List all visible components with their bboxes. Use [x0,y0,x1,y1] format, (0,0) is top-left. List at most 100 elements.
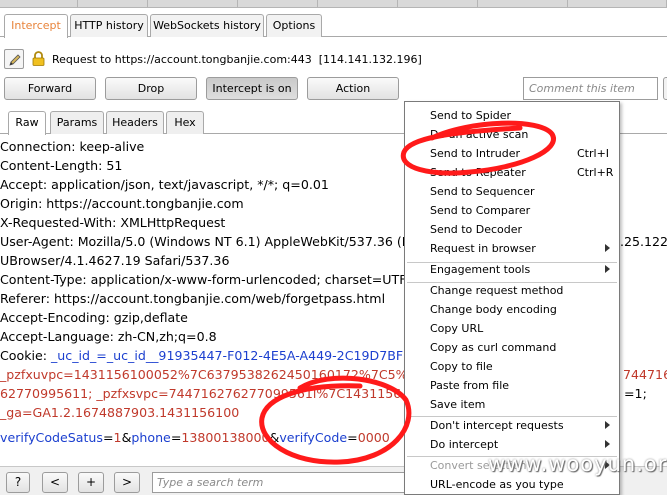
top-strip-segment[interactable] [78,0,148,8]
menu-item-label: Send to Sequencer [430,185,535,198]
menu-item-label: Send to Decoder [430,223,523,236]
menu-item-url-encode-as-you-type[interactable]: URL-encode as you type [405,475,619,494]
menu-item-save-item[interactable]: Save item [405,395,619,414]
param-value: 13800138000 [181,430,270,445]
menu-item-active-scan[interactable]: Do an active scan [405,125,619,144]
submenu-arrow-icon [605,421,610,429]
search-input[interactable]: Type a search term [152,472,406,493]
submenu-arrow-icon [605,265,610,273]
previous-button[interactable]: < [42,472,68,493]
header-line-tail: .25.122 [620,234,667,249]
top-strip-segment[interactable] [238,0,318,8]
header-line: Accept: application/json, text/javascrip… [0,177,329,192]
tab-http-history[interactable]: HTTP history [70,14,148,37]
menu-item-change-request-method[interactable]: Change request method [405,281,619,300]
header-line: X-Requested-With: XMLHttpRequest [0,215,226,230]
tab-headers[interactable]: Headers [106,111,164,134]
tab-options[interactable]: Options [266,14,322,37]
menu-item-send-to-sequencer[interactable]: Send to Sequencer [405,182,619,201]
header-line: UBrowser/4.1.4627.19 Safari/537.36 [0,253,230,268]
menu-item-change-body-encoding[interactable]: Change body encoding [405,300,619,319]
lock-icon [32,51,45,66]
tab-websockets-history[interactable]: WebSockets history [150,14,264,37]
menu-item-copy-to-file[interactable]: Copy to file [405,357,619,376]
menu-item-label: Do intercept [430,438,499,451]
forward-button[interactable]: Forward [4,77,96,100]
next-button[interactable]: > [114,472,140,493]
tab-params[interactable]: Params [50,111,104,134]
menu-item-send-to-repeater[interactable]: Send to Repeater Ctrl+R [405,163,619,182]
menu-item-label: Send to Repeater [430,166,526,179]
top-strip-segment[interactable] [398,0,478,8]
intercept-toggle-button[interactable]: Intercept is on [206,77,298,100]
menu-item-engagement-tools[interactable]: Engagement tools [405,260,619,279]
menu-item-label: Copy to file [430,360,493,373]
menu-item-label: Save item [430,398,486,411]
top-strip-segment[interactable] [478,0,568,8]
param-equals: = [170,430,182,445]
edit-pencil-button[interactable] [4,49,24,69]
menu-item-send-to-comparer[interactable]: Send to Comparer [405,201,619,220]
menu-item-send-to-spider[interactable]: Send to Spider [405,106,619,125]
top-strip-segment[interactable] [318,0,398,8]
comment-input[interactable]: Comment this item [523,77,658,100]
top-strip-segment[interactable] [568,0,667,8]
menu-item-paste-from-file[interactable]: Paste from file [405,376,619,395]
header-line: Referer: https://account.tongbanjie.com/… [0,291,386,306]
param-amp: & [269,430,280,445]
pencil-icon [9,54,21,66]
header-line: Accept-Encoding: gzip,deflate [0,310,188,325]
header-line: Origin: https://account.tongbanjie.com [0,196,244,211]
body-params-line: verifyCodeSatus=1&phone=13800138000&veri… [0,428,390,447]
menu-item-label: Change request method [430,284,564,297]
menu-item-label: Copy URL [430,322,484,335]
tab-hex[interactable]: Hex [166,111,204,134]
cookie-line: _ga=GA1.2.1674887903.1431156100 [0,405,240,420]
tab-intercept[interactable]: Intercept [4,14,68,38]
menu-item-label: Send to Comparer [430,204,531,217]
cookie-value: _uc_id_=_uc_id__91935447-F012-4E5A-A449-… [51,348,404,363]
menu-item-request-in-browser[interactable]: Request in browser [405,239,619,258]
header-line: Connection: keep-alive [0,139,145,154]
menu-item-label: Request in browser [430,242,536,255]
param-key: phone [131,430,171,445]
menu-item-copy-as-curl[interactable]: Copy as curl command [405,338,619,357]
menu-item-shortcut: Ctrl+I [577,147,610,160]
top-tab-strip [0,0,667,8]
menu-item-label: Don't intercept requests [430,419,564,432]
menu-item-send-to-intruder[interactable]: Send to Intruder Ctrl+I [405,144,619,163]
cookie-line: Cookie: _uc_id_=_uc_id__91935447-F012-4E… [0,346,403,365]
param-amp: & [121,430,132,445]
menu-item-label: URL-encode as you type [430,478,564,491]
header-line: User-Agent: Mozilla/5.0 (Windows NT 6.1)… [0,234,411,249]
menu-item-send-to-decoder[interactable]: Send to Decoder [405,220,619,239]
param-key: verifyCodeSatus [0,430,103,445]
cookie-line: 62770995611; _pzfxsvpc=74471627627709956… [0,386,402,401]
tab-raw[interactable]: Raw [8,111,46,135]
help-button[interactable]: ? [6,472,30,493]
request-ip: [114.141.132.196] [318,53,422,66]
submenu-arrow-icon [605,244,610,252]
submenu-arrow-icon [605,440,610,448]
top-strip-segment[interactable] [148,0,238,8]
cookie-label: Cookie: [0,348,51,363]
menu-item-dont-intercept[interactable]: Don't intercept requests [405,416,619,435]
param-equals: = [347,430,358,445]
param-equals: = [102,430,114,445]
menu-item-label: Send to Intruder [430,147,521,160]
top-strip-segment[interactable] [0,0,78,8]
watermark: www.wooyun.org [488,452,667,476]
request-bar: Request to https://account.tongbanjie.co… [0,44,667,74]
menu-item-label: Send to Spider [430,109,512,122]
proxy-tabs: Intercept HTTP history WebSockets histor… [0,11,667,38]
drop-button[interactable]: Drop [105,77,197,100]
highlight-dropdown[interactable] [663,77,667,100]
menu-item-copy-url[interactable]: Copy URL [405,319,619,338]
request-url: Request to https://account.tongbanjie.co… [52,53,312,66]
header-line: Content-Type: application/x-www-form-url… [0,272,407,287]
context-menu: Send to Spider Do an active scan Send to… [404,101,620,495]
cookie-line: _pzfxuvpc=1431156100052%7C63795382624501… [0,367,408,382]
add-button[interactable]: + [78,472,104,493]
action-button[interactable]: Action [307,77,399,100]
param-value: 0000 [357,430,390,445]
